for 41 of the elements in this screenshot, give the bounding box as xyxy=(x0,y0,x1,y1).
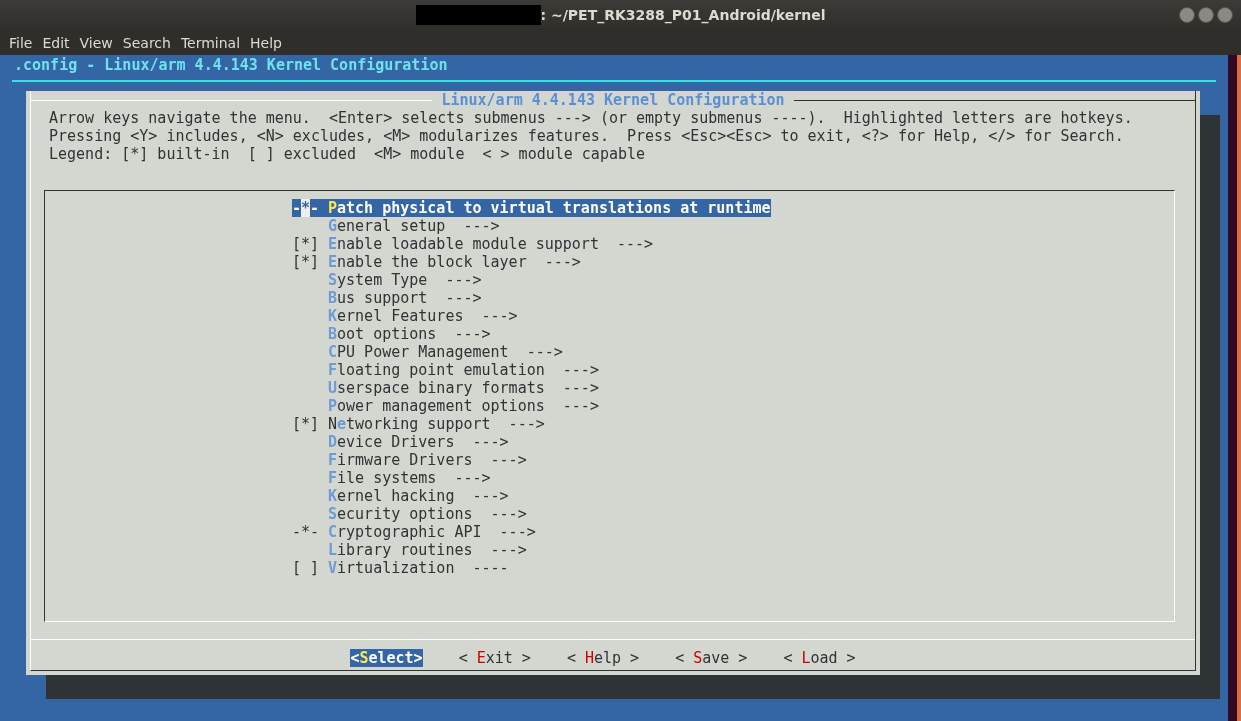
menu-item[interactable]: Boot options ---> xyxy=(292,325,491,343)
dialog-button[interactable]: < Help > xyxy=(566,649,640,667)
window-title: : ~/PET_RK3288_P01_Android/kernel xyxy=(540,7,826,23)
menu-item[interactable]: Bus support ---> xyxy=(292,289,482,307)
menu-item[interactable]: General setup ---> xyxy=(292,217,500,235)
menu-item[interactable]: File xyxy=(4,34,38,51)
menu-item[interactable]: Security options ---> xyxy=(292,505,527,523)
dialog-title: Linux/arm 4.4.143 Kernel Configuration xyxy=(440,91,786,109)
menu-item[interactable]: Kernel hacking ---> xyxy=(292,487,509,505)
menu-item[interactable]: [*] Networking support ---> xyxy=(292,415,545,433)
help-text: Arrow keys navigate the menu. <Enter> selects submenus ---> (or empty submenus ----). Highlighted letters are hotkeys. xyxy=(49,109,1133,127)
menu-item[interactable]: Floating point emulation ---> xyxy=(292,361,599,379)
menu-item[interactable]: Terminal xyxy=(175,34,246,51)
menu-item[interactable]: Userspace binary formats ---> xyxy=(292,379,599,397)
menu-item[interactable]: Kernel Features ---> xyxy=(292,307,518,325)
menu-item[interactable]: File systems ---> xyxy=(292,469,491,487)
menu-item[interactable]: [ ] Virtualization ---- xyxy=(292,559,509,577)
terminal-header: .config - Linux/arm 4.4.143 Kernel Configuration xyxy=(14,56,448,74)
menu-item[interactable]: [*] Enable the block layer ---> xyxy=(292,253,581,271)
menu-item[interactable]: Help xyxy=(245,34,287,51)
dialog-button[interactable]: < Exit > xyxy=(458,649,531,667)
menu-item[interactable]: -*- Patch physical to virtual translations at runtime xyxy=(292,199,771,217)
menu-item[interactable]: Power management options ---> xyxy=(292,397,599,415)
dialog-button[interactable]: < Load > xyxy=(783,649,856,667)
menu-item[interactable]: System Type ---> xyxy=(292,271,482,289)
menu-item[interactable]: Firmware Drivers ---> xyxy=(292,451,527,469)
help-text: Legend: [*] built-in [ ] excluded <M> module < > module capable xyxy=(49,145,646,163)
maximize-icon[interactable] xyxy=(1198,7,1214,23)
menu-item[interactable]: Device Drivers ---> xyxy=(292,433,509,451)
menu-item[interactable]: Library routines ---> xyxy=(292,541,527,559)
dialog-button[interactable]: <Select> xyxy=(350,649,423,667)
menu-item[interactable]: Search xyxy=(117,34,176,51)
menu-item[interactable]: View xyxy=(74,34,118,51)
minimize-icon[interactable] xyxy=(1179,7,1195,23)
menu-item[interactable]: Edit xyxy=(37,34,75,51)
dialog-button[interactable]: < Save > xyxy=(675,649,748,667)
close-icon[interactable] xyxy=(1217,7,1233,23)
help-text: Pressing <Y> includes, <N> excludes, <M> modularizes features. Press <Esc><Esc> to exit, <?> for Help, </> for Search. xyxy=(49,127,1124,145)
menu-item[interactable]: -*- Cryptographic API ---> xyxy=(292,523,536,541)
menu-item[interactable]: CPU Power Management ---> xyxy=(292,343,563,361)
menu-item[interactable]: [*] Enable loadable module support ---> xyxy=(292,235,654,253)
